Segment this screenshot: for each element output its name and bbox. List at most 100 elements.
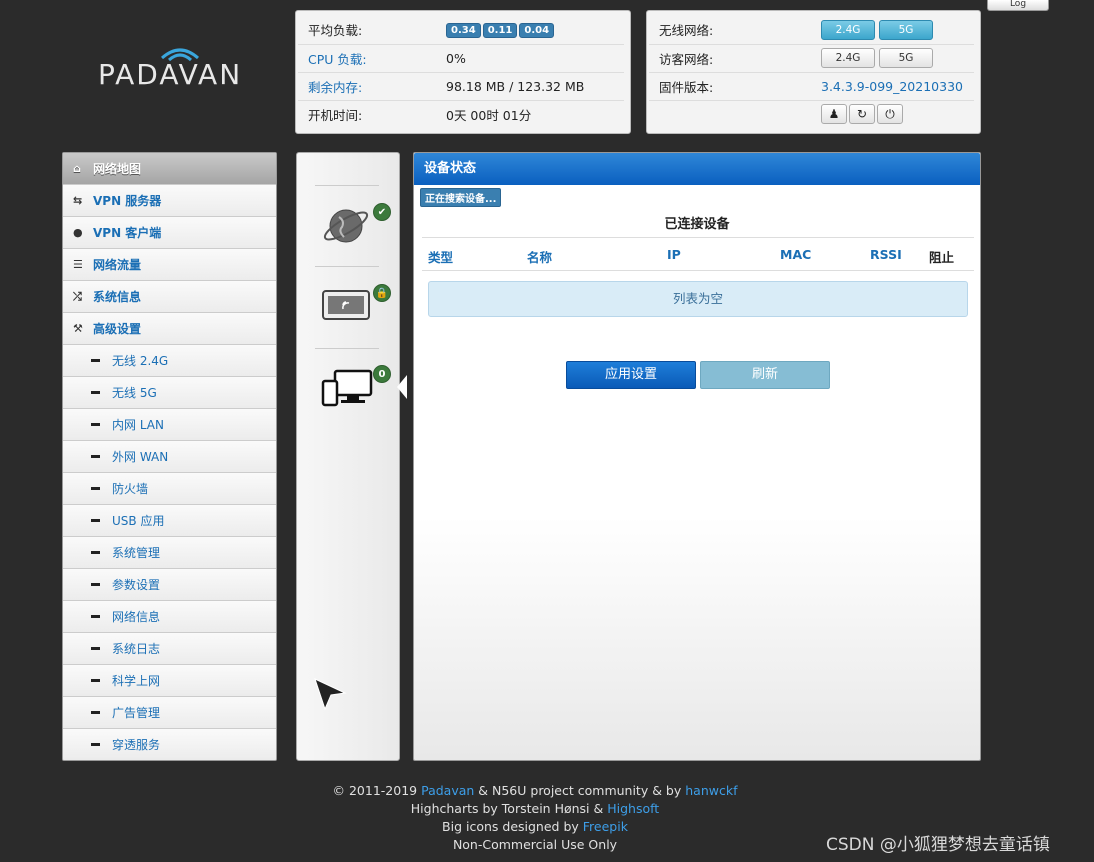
sub-item-label: 外网 WAN: [112, 450, 169, 464]
power-button[interactable]: ⏻: [877, 104, 903, 125]
clients-status-button[interactable]: [321, 367, 373, 409]
divider: [315, 348, 379, 349]
sidebar-sub-usb[interactable]: USB 应用: [63, 505, 276, 537]
sidebar-item-label: VPN 服务器: [93, 194, 162, 208]
sidebar-sub-firewall[interactable]: 防火墙: [63, 473, 276, 505]
sidebar-item-network-map[interactable]: ⌂ 网络地图: [63, 153, 276, 185]
sidebar-sub-wireless-5g[interactable]: 无线 5G: [63, 377, 276, 409]
col-block: 阻止: [929, 250, 955, 265]
empty-list-message: 列表为空: [428, 281, 968, 317]
sidebar-sub-lan[interactable]: 内网 LAN: [63, 409, 276, 441]
firmware-label: 固件版本:: [649, 72, 811, 101]
watermark: CSDN @小狐狸梦想去童话镇: [826, 835, 1050, 855]
col-mac[interactable]: MAC: [780, 247, 811, 262]
searching-badge: 正在搜索设备...: [420, 188, 502, 207]
apply-settings-button[interactable]: 应用设置: [566, 361, 696, 389]
sidebar-item-advanced[interactable]: ⚒ 高级设置: [63, 313, 276, 345]
user-button[interactable]: ♟: [821, 104, 847, 125]
sidebar-item-label: 网络流量: [93, 258, 142, 272]
dash-icon: [91, 455, 100, 458]
col-type[interactable]: 类型: [428, 247, 453, 266]
cpu-load-link[interactable]: CPU 负载:: [298, 44, 436, 73]
sidebar-sub-system-admin[interactable]: 系统管理: [63, 537, 276, 569]
sidebar-item-label: VPN 客户端: [93, 226, 162, 240]
firmware-version-link[interactable]: 3.4.3.9-099_20210330: [811, 72, 974, 101]
user-icon: ♟: [828, 107, 840, 122]
col-rssi[interactable]: RSSI: [870, 247, 902, 262]
sidebar-sub-system-log[interactable]: 系统日志: [63, 633, 276, 665]
padavan-logo: PADAVAN: [98, 38, 248, 100]
wifi-status-panel: 无线网络: 2.4G 5G 访客网络: 2.4G 5G 固件版本: 3.4.3.…: [646, 10, 981, 134]
cpu-load-value: 0%: [436, 44, 624, 73]
sub-item-label: 科学上网: [112, 674, 161, 688]
memory-link[interactable]: 剩余内存:: [298, 72, 436, 101]
sidebar-sub-tunnel[interactable]: 穿透服务: [63, 729, 276, 760]
freepik-link[interactable]: Freepik: [583, 819, 628, 834]
dash-icon: [91, 519, 100, 522]
footer-line-4: Non-Commercial Use Only: [452, 837, 618, 852]
router-status-button[interactable]: [321, 287, 373, 323]
load-row: 平均负载: 0.34 0.11 0.04: [298, 16, 624, 45]
footer: © 2011-2019 Padavan & N56U project commu…: [260, 782, 810, 854]
footer-text: Highcharts by Torstein Hønsi &: [410, 801, 608, 816]
sidebar-sub-wireless-24g[interactable]: 无线 2.4G: [63, 345, 276, 377]
load-badge-15: 0.04: [519, 23, 555, 39]
dash-icon: [91, 487, 100, 490]
wrench-icon: ⚒: [73, 322, 83, 335]
footer-line-2: Highcharts by Torstein Hønsi & Highsoft: [260, 800, 810, 818]
sidebar-item-traffic[interactable]: ☰ 网络流量: [63, 249, 276, 281]
sub-item-label: 系统日志: [112, 642, 161, 656]
dash-icon: [91, 679, 100, 682]
logout-button[interactable]: Log: [987, 0, 1049, 11]
sub-item-label: 广告管理: [112, 706, 161, 720]
device-status-panel: 设备状态 正在搜索设备... 已连接设备 类型 名称 IP MAC RSSI 阻…: [413, 152, 981, 761]
wireless-label: 无线网络:: [649, 16, 811, 45]
selected-pointer-icon: [397, 375, 407, 399]
sub-item-label: 网络信息: [112, 610, 161, 624]
highsoft-link[interactable]: Highsoft: [607, 801, 659, 816]
sub-item-label: 系统管理: [112, 546, 161, 560]
col-name[interactable]: 名称: [527, 247, 552, 266]
sidebar-item-vpn-server[interactable]: ⇆ VPN 服务器: [63, 185, 276, 217]
sidebar-item-label: 网络地图: [93, 162, 142, 176]
hanwckf-link[interactable]: hanwckf: [685, 783, 737, 798]
reboot-button[interactable]: ↻: [849, 104, 875, 125]
uptime-value: 0天 00时 01分: [446, 107, 532, 123]
system-status-panel: 平均负载: 0.34 0.11 0.04 CPU 负载: 0% 剩余内存: 98.1…: [295, 10, 631, 134]
sidebar-sub-adblock[interactable]: 广告管理: [63, 697, 276, 729]
check-icon: ✔: [373, 203, 391, 221]
load-values: 0.34 0.11 0.04: [436, 16, 624, 45]
sidebar-item-system-info[interactable]: ⤮ 系统信息: [63, 281, 276, 313]
internet-status-button[interactable]: [321, 201, 371, 251]
dash-icon: [91, 423, 100, 426]
logo-text: PADAVAN: [98, 58, 243, 91]
refresh-button[interactable]: 刷新: [700, 361, 830, 389]
footer-text: & N56U project community & by: [474, 783, 686, 798]
refresh-icon: ↻: [856, 107, 868, 122]
client-count-badge: 0: [373, 365, 391, 383]
padavan-link[interactable]: Padavan: [421, 783, 474, 798]
footer-line-1: © 2011-2019 Padavan & N56U project commu…: [260, 782, 810, 800]
dash-icon: [91, 551, 100, 554]
mouse-cursor-icon: [314, 678, 347, 711]
col-ip[interactable]: IP: [667, 247, 681, 262]
lock-icon: 🔒: [373, 284, 391, 302]
cpu-row: CPU 负载: 0%: [298, 44, 624, 73]
sidebar-sub-proxy[interactable]: 科学上网: [63, 665, 276, 697]
globe-icon: [323, 209, 369, 243]
sidebar-sub-parameters[interactable]: 参数设置: [63, 569, 276, 601]
sync-icon: ⇆: [73, 194, 83, 207]
guest-2g-button[interactable]: 2.4G: [821, 48, 875, 68]
dash-icon: [91, 391, 100, 394]
sidebar-item-vpn-client[interactable]: ● VPN 客户端: [63, 217, 276, 249]
guest-5g-button[interactable]: 5G: [878, 48, 933, 68]
shuffle-icon: ⤮: [73, 289, 82, 303]
sub-item-label: 穿透服务: [112, 738, 161, 752]
router-icon: [322, 290, 370, 320]
sidebar-sub-wan[interactable]: 外网 WAN: [63, 441, 276, 473]
wireless-5g-button[interactable]: 5G: [878, 19, 933, 40]
divider: [315, 266, 379, 267]
wireless-2g-button[interactable]: 2.4G: [821, 19, 875, 40]
sidebar-sub-network-info[interactable]: 网络信息: [63, 601, 276, 633]
dash-icon: [91, 615, 100, 618]
